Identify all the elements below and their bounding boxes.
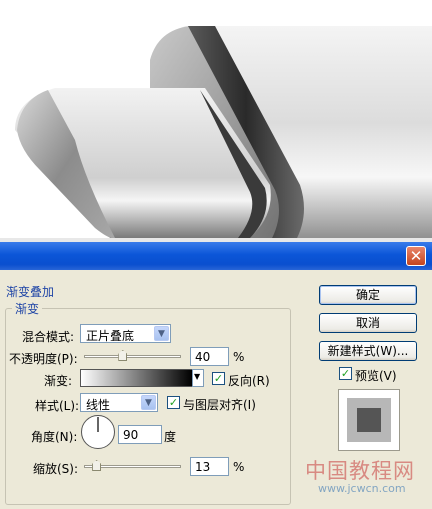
close-icon: ✕: [409, 247, 423, 265]
blend-mode-select[interactable]: 正片叠底 ▼: [80, 324, 171, 343]
reverse-checkbox[interactable]: ✓: [212, 372, 225, 385]
artwork-canvas: [0, 0, 432, 242]
angle-dial[interactable]: [80, 414, 116, 450]
blend-mode-value: 正片叠底: [86, 329, 135, 343]
gradient-dropdown[interactable]: ▼: [192, 369, 204, 387]
dialog-titlebar[interactable]: [0, 242, 432, 270]
align-with-layer-label: 与图层对齐(I): [183, 398, 256, 412]
chevron-down-icon: ▼: [141, 395, 156, 410]
preview-label: 预览(V): [355, 369, 397, 383]
check-icon: ✓: [213, 372, 224, 385]
scale-unit: %: [233, 460, 245, 474]
scale-input[interactable]: 13: [190, 457, 229, 476]
opacity-input[interactable]: 40: [190, 347, 229, 366]
blend-mode-label: 混合模式:: [22, 330, 75, 344]
opacity-unit: %: [233, 350, 245, 364]
style-label: 样式(L):: [35, 399, 80, 413]
check-icon: ✓: [340, 367, 351, 380]
opacity-slider-track[interactable]: [84, 355, 181, 358]
watermark-logo: 中国教程网: [305, 459, 415, 483]
scale-label: 缩放(S):: [33, 462, 79, 476]
watermark-url: www.jcwcn.com: [318, 482, 406, 495]
group-title: 渐变: [12, 300, 43, 317]
close-button[interactable]: ✕: [406, 246, 426, 266]
preview-checkbox[interactable]: ✓: [339, 367, 352, 380]
style-select[interactable]: 线性 ▼: [80, 393, 158, 412]
preview-core: [357, 408, 381, 432]
align-with-layer-checkbox[interactable]: ✓: [167, 396, 180, 409]
section-title: 渐变叠加: [6, 285, 55, 299]
angle-label: 角度(N):: [31, 430, 78, 444]
ok-button[interactable]: 确定: [319, 285, 417, 305]
chevron-down-icon: ▼: [154, 326, 169, 341]
new-style-button[interactable]: 新建样式(W)...: [319, 341, 417, 361]
chevron-down-icon: ▼: [194, 372, 201, 381]
metal-shapes-artwork: [0, 26, 432, 242]
angle-unit: 度: [164, 430, 177, 444]
gradient-swatch[interactable]: [80, 369, 193, 387]
cancel-button[interactable]: 取消: [319, 313, 417, 333]
style-value: 线性: [86, 398, 111, 412]
gradient-label: 渐变:: [44, 374, 73, 388]
reverse-label: 反向(R): [228, 374, 270, 388]
check-icon: ✓: [168, 396, 179, 409]
opacity-label: 不透明度(P):: [9, 352, 78, 366]
angle-input[interactable]: 90: [118, 425, 162, 444]
style-preview: [338, 389, 400, 451]
preview-swatch: [347, 398, 391, 442]
